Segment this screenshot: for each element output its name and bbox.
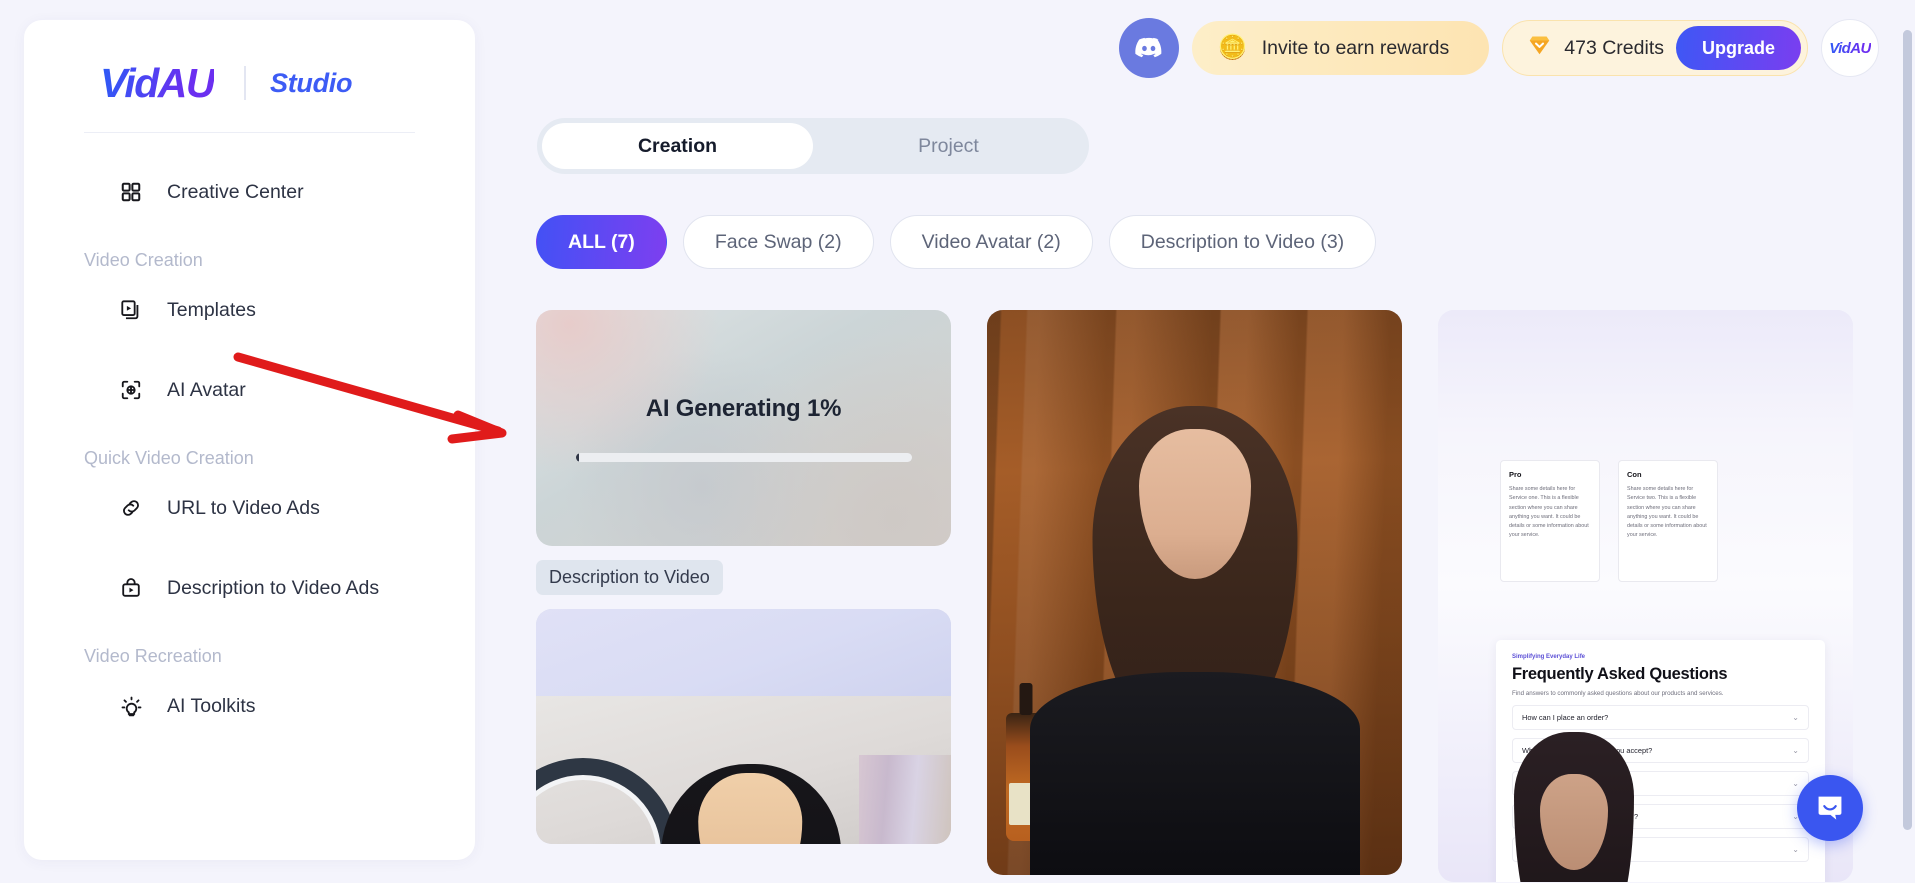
chevron-down-icon: ⌄ xyxy=(1792,779,1799,788)
brand-divider xyxy=(243,66,246,100)
brand-product-label: Studio xyxy=(269,67,353,98)
faq-eyebrow: Simplifying Everyday Life xyxy=(1512,654,1586,660)
sidebar-item-label: Description to Video Ads xyxy=(167,576,380,599)
creation-card-grid: AI Generating 1% Description to Video Pr… xyxy=(536,310,1853,882)
grid-column-2 xyxy=(987,310,1402,882)
invite-to-earn-rewards-button[interactable]: 🪙 Invite to earn rewards xyxy=(1191,21,1490,75)
sidebar-item-creative-center[interactable]: Creative Center xyxy=(24,163,475,221)
credits-panel: 473 Credits Upgrade xyxy=(1502,20,1808,76)
header-toolbar: 🪙 Invite to earn rewards 473 Credits Upg… xyxy=(1118,18,1879,78)
brand: VidAU Studio xyxy=(24,20,475,106)
pro-title: Pro xyxy=(1509,470,1522,479)
faq-item[interactable]: How can I place an order? ⌄ xyxy=(1512,705,1809,730)
card-type-tag: Description to Video xyxy=(536,560,723,595)
bag-play-icon xyxy=(118,575,144,601)
video-card-makeup[interactable] xyxy=(536,609,951,844)
generation-progress-fill xyxy=(575,452,579,462)
sidebar-item-url-to-video-ads[interactable]: URL to Video Ads xyxy=(24,479,475,537)
sidebar-item-templates[interactable]: Templates xyxy=(24,281,475,339)
sidebar-item-ai-toolkits[interactable]: AI Toolkits xyxy=(24,677,475,735)
chevron-down-icon: ⌄ xyxy=(1792,746,1799,755)
con-card: Con Share some details here for Service … xyxy=(1618,460,1718,582)
page-scrollbar[interactable] xyxy=(1903,30,1912,830)
faq-title: Frequently Asked Questions xyxy=(1512,665,1728,683)
lightbulb-icon xyxy=(118,693,144,719)
ring-light-decor xyxy=(536,758,678,844)
sidebar-item-ai-avatar[interactable]: AI Avatar xyxy=(24,361,475,419)
video-card-landing-page[interactable]: Pro Share some details here for Service … xyxy=(1438,310,1853,882)
card-thumbnail-photo xyxy=(536,695,951,844)
chevron-down-icon: ⌄ xyxy=(1792,845,1799,854)
filter-chip-description-to-video[interactable]: Description to Video (3) xyxy=(1108,215,1377,269)
avatar-target-icon xyxy=(118,377,144,403)
filter-chip-face-swap[interactable]: Face Swap (2) xyxy=(682,215,874,269)
pro-body: Share some details here for Service one.… xyxy=(1509,486,1589,539)
invite-label: Invite to earn rewards xyxy=(1261,36,1450,59)
sidebar-item-label: Templates xyxy=(167,298,256,321)
discord-icon xyxy=(1135,37,1162,58)
credits-count: 473 Credits xyxy=(1564,36,1664,59)
pro-card: Pro Share some details here for Service … xyxy=(1500,460,1600,582)
card-thumbnail-top xyxy=(536,609,951,696)
brand-logo: VidAU xyxy=(100,59,215,106)
generating-status-text: AI Generating 1% xyxy=(645,394,842,422)
filter-chip-all[interactable]: ALL (7) xyxy=(536,215,667,269)
pro-con-section: Pro Share some details here for Service … xyxy=(1500,460,1718,582)
chat-bubble-icon xyxy=(1818,796,1842,820)
filter-chip-group: ALL (7) Face Swap (2) Video Avatar (2) D… xyxy=(536,215,1377,269)
coins-icon: 🪙 xyxy=(1217,34,1248,61)
sidebar-section-video-creation: Video Creation xyxy=(84,250,203,270)
person-overlay-decor xyxy=(1514,732,1634,882)
generation-progress-bar xyxy=(575,452,912,462)
diamond-icon xyxy=(1527,33,1552,63)
main-tabs: Creation Project xyxy=(537,118,1089,174)
filter-chip-video-avatar[interactable]: Video Avatar (2) xyxy=(889,215,1093,269)
upgrade-button[interactable]: Upgrade xyxy=(1675,26,1801,70)
con-body: Share some details here for Service two.… xyxy=(1627,486,1707,539)
templates-icon xyxy=(118,297,144,323)
sidebar-item-label: Creative Center xyxy=(167,180,304,203)
sidebar-item-label: AI Toolkits xyxy=(167,694,256,717)
grid-icon xyxy=(118,179,144,205)
generating-card[interactable]: AI Generating 1% xyxy=(536,310,951,546)
con-title: Con xyxy=(1627,470,1642,479)
faq-item-question: How can I place an order? xyxy=(1522,713,1609,722)
sidebar-nav: Creative Center Video Creation Templates xyxy=(24,133,475,735)
avatar-label: VidAU xyxy=(1829,39,1871,57)
faq-subtitle: Find answers to commonly asked questions… xyxy=(1512,690,1724,697)
sidebar-item-label: AI Avatar xyxy=(167,378,246,401)
sidebar-item-label: URL to Video Ads xyxy=(167,496,320,519)
faq-section: Simplifying Everyday Life Frequently Ask… xyxy=(1496,640,1825,882)
grid-column-3: Pro Share some details here for Service … xyxy=(1438,310,1853,882)
video-card-avatar-woman[interactable] xyxy=(987,310,1402,875)
sidebar-section-quick-video-creation: Quick Video Creation xyxy=(84,448,254,468)
tab-creation[interactable]: Creation xyxy=(542,123,813,169)
chevron-down-icon: ⌄ xyxy=(1792,713,1799,722)
clothes-rack-decor xyxy=(859,755,951,844)
link-icon xyxy=(118,495,144,521)
discord-button[interactable] xyxy=(1118,18,1179,78)
sidebar-item-description-to-video-ads[interactable]: Description to Video Ads xyxy=(24,559,475,617)
sidebar-section-video-recreation: Video Recreation xyxy=(84,646,222,666)
tab-project[interactable]: Project xyxy=(813,123,1084,169)
app-root: VidAU Studio Creative Center Video Creat… xyxy=(0,0,1915,883)
sidebar: VidAU Studio Creative Center Video Creat… xyxy=(24,20,475,860)
person-body-decor xyxy=(1029,671,1360,875)
chat-support-button[interactable] xyxy=(1797,775,1863,841)
grid-column-1: AI Generating 1% Description to Video xyxy=(536,310,951,882)
user-avatar[interactable]: VidAU xyxy=(1821,19,1879,77)
